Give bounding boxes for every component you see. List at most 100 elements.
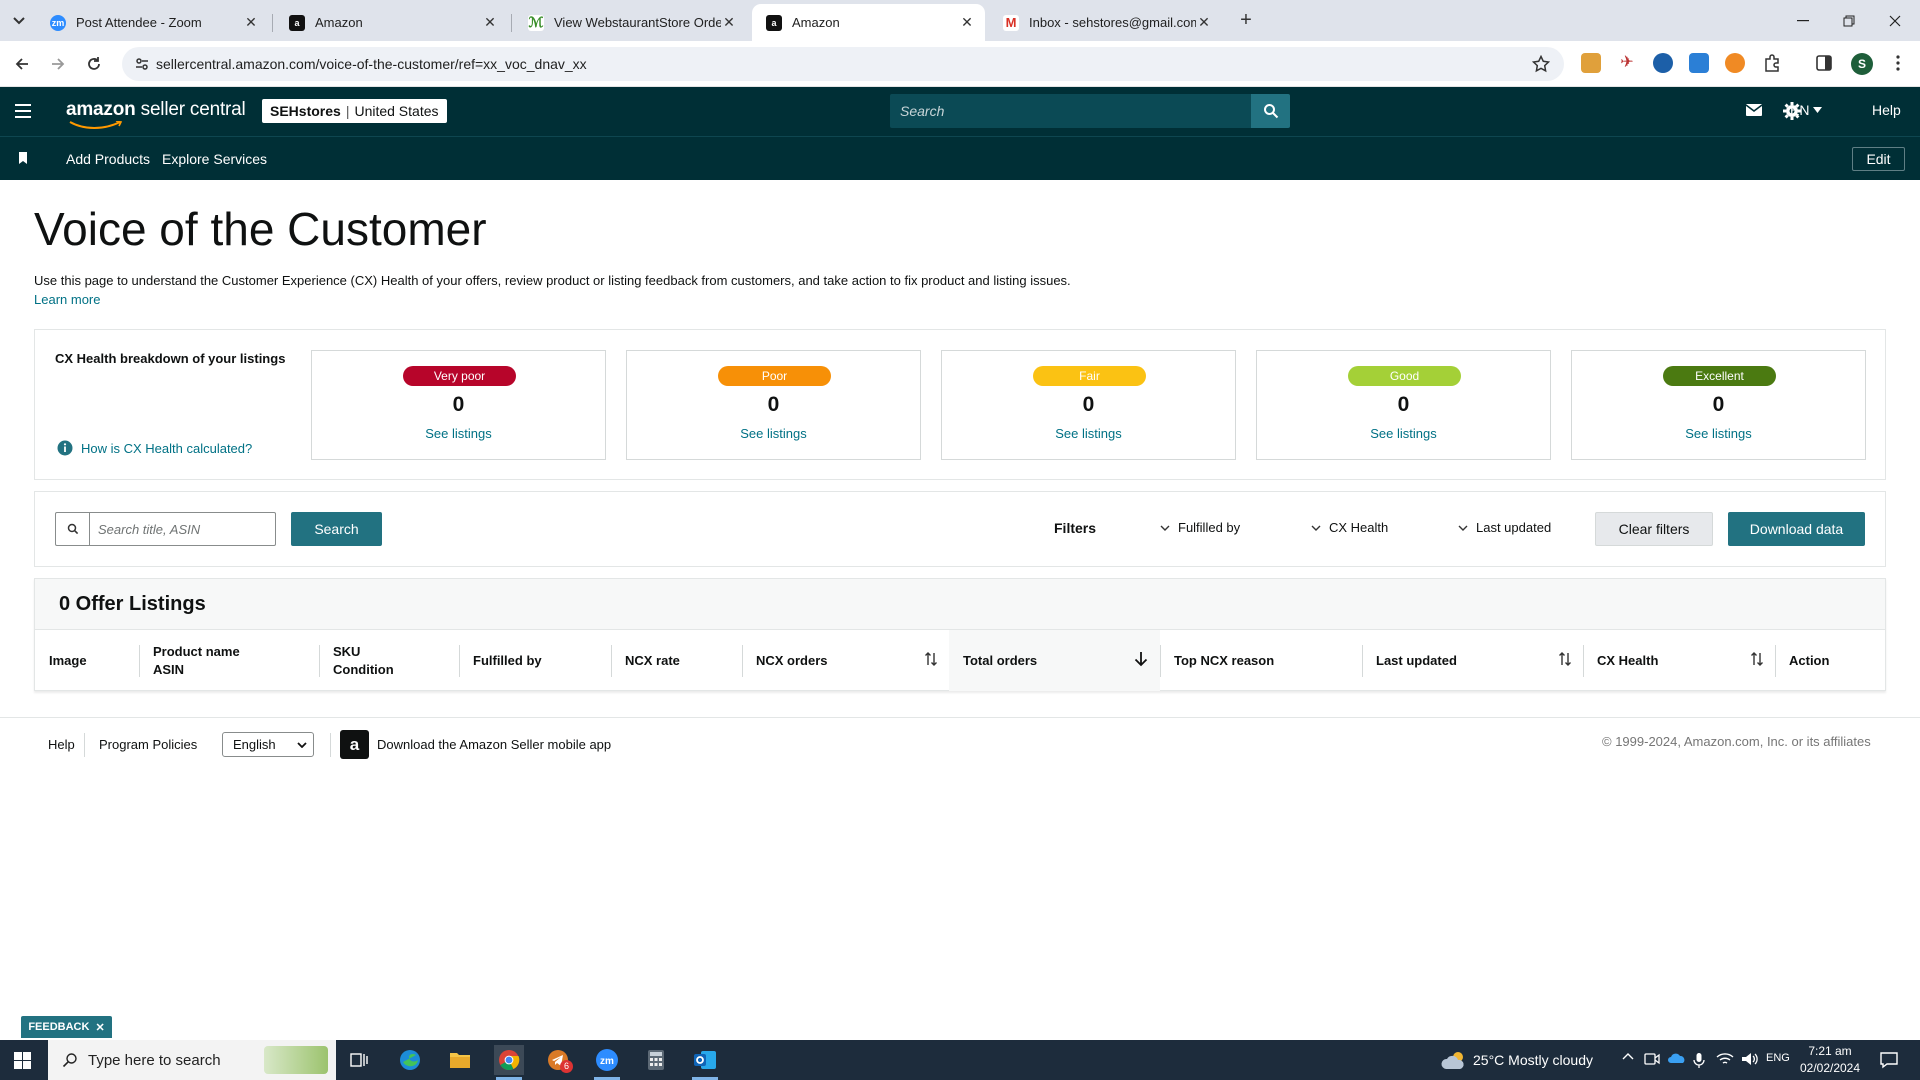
column-total-orders[interactable]: Total orders	[949, 630, 1160, 691]
edge-icon[interactable]	[395, 1045, 425, 1075]
profile-avatar[interactable]: S	[1851, 53, 1873, 75]
header-search-button[interactable]	[1251, 94, 1290, 128]
extension-icon[interactable]	[1581, 53, 1601, 73]
browser-tab-webstaurant[interactable]: ℳ View WebstaurantStore Orders ✕	[514, 4, 747, 41]
calculator-icon[interactable]	[641, 1045, 671, 1075]
column-label: Product name	[153, 643, 240, 659]
header-search-input[interactable]: Search	[890, 94, 1251, 128]
see-listings-link[interactable]: See listings	[312, 426, 605, 441]
extension-orange-icon[interactable]	[1725, 53, 1745, 73]
browser-tab-amazon-active[interactable]: a Amazon ✕	[752, 4, 985, 41]
messages-icon[interactable]	[1745, 102, 1763, 118]
bookmark-icon[interactable]	[18, 152, 28, 164]
download-data-button[interactable]: Download data	[1728, 512, 1865, 546]
filter-fulfilled-by[interactable]: Fulfilled by	[1160, 520, 1240, 535]
meet-now-icon[interactable]	[1644, 1052, 1660, 1066]
nav-link-explore-services[interactable]: Explore Services	[162, 151, 267, 167]
footer-help-link[interactable]: Help	[48, 737, 75, 752]
store-switcher[interactable]: SEHstores | United States	[262, 99, 447, 123]
telegram-icon[interactable]: 6	[543, 1045, 573, 1075]
listing-search-input[interactable]: Search title, ASIN	[90, 513, 275, 545]
close-tab-icon[interactable]: ✕	[1196, 14, 1212, 31]
volume-icon[interactable]	[1741, 1052, 1759, 1066]
new-tab-button[interactable]: +	[1234, 9, 1258, 33]
browser-tab-zoom[interactable]: zm Post Attendee - Zoom ✕	[36, 4, 269, 41]
see-listings-link[interactable]: See listings	[1572, 426, 1865, 441]
forward-icon[interactable]	[46, 52, 70, 76]
microphone-icon[interactable]	[1693, 1052, 1705, 1068]
webstaurant-icon: ℳ	[528, 14, 544, 31]
cx-health-title: CX Health breakdown of your listings	[55, 351, 286, 366]
listings-count-title: 0 Offer Listings	[59, 593, 206, 615]
sort-icon[interactable]	[1751, 651, 1763, 667]
side-panel-icon[interactable]	[1814, 53, 1834, 73]
site-info-icon[interactable]	[134, 56, 150, 72]
restore-icon[interactable]	[1826, 6, 1872, 36]
download-app-link[interactable]: a Download the Amazon Seller mobile app	[340, 730, 611, 759]
taskbar-clock[interactable]: 7:21 am 02/02/2024	[1798, 1043, 1862, 1077]
notifications-icon[interactable]	[1880, 1051, 1898, 1069]
close-tab-icon[interactable]: ✕	[482, 14, 498, 31]
footer-program-policies-link[interactable]: Program Policies	[99, 737, 197, 752]
cx-health-how-link[interactable]: How is CX Health calculated?	[57, 440, 252, 456]
browser-tab-amazon[interactable]: a Amazon ✕	[275, 4, 508, 41]
minimize-icon[interactable]	[1780, 6, 1826, 36]
header-help-link[interactable]: Help	[1872, 102, 1901, 118]
clear-filters-button[interactable]: Clear filters	[1595, 512, 1713, 546]
sort-icon[interactable]	[1559, 651, 1571, 667]
back-icon[interactable]	[10, 52, 34, 76]
close-tab-icon[interactable]: ✕	[959, 14, 975, 31]
extension-globe-icon[interactable]	[1653, 53, 1673, 73]
nav-link-add-products[interactable]: Add Products	[66, 151, 150, 167]
filter-cx-health[interactable]: CX Health	[1311, 520, 1388, 535]
svg-text:zm: zm	[600, 1056, 614, 1067]
weather-text[interactable]: 25°C Mostly cloudy	[1473, 1052, 1593, 1068]
task-view-icon[interactable]	[344, 1045, 374, 1075]
browser-tab-gmail[interactable]: M Inbox - sehstores@gmail.com - ✕	[989, 4, 1222, 41]
bookmark-star-icon[interactable]	[1532, 55, 1550, 73]
listing-search-button[interactable]: Search	[291, 512, 382, 546]
see-listings-link[interactable]: See listings	[627, 426, 920, 441]
file-explorer-icon[interactable]	[445, 1045, 475, 1075]
language-selector[interactable]: EN	[1790, 102, 1823, 118]
sort-descending-icon[interactable]	[1134, 651, 1148, 667]
wifi-icon[interactable]	[1716, 1052, 1734, 1066]
onedrive-icon[interactable]	[1668, 1052, 1686, 1064]
outlook-icon[interactable]	[690, 1045, 720, 1080]
browser-menu-icon[interactable]	[1888, 53, 1908, 73]
cx-card-fair: Fair 0 See listings	[941, 350, 1236, 460]
extension-grid-icon[interactable]	[1689, 53, 1709, 73]
address-bar[interactable]: sellercentral.amazon.com/voice-of-the-cu…	[122, 47, 1564, 81]
taskbar-search[interactable]: Type here to search	[48, 1040, 336, 1080]
close-window-icon[interactable]	[1872, 6, 1918, 36]
tab-search-icon[interactable]	[8, 10, 30, 32]
extension-plane-icon[interactable]: ✈	[1617, 53, 1637, 73]
column-last-updated[interactable]: Last updated	[1362, 630, 1583, 691]
column-ncx-orders[interactable]: NCX orders	[742, 630, 949, 691]
windows-start-icon[interactable]	[14, 1052, 31, 1069]
column-sublabel: Condition	[333, 661, 394, 677]
footer-language-select[interactable]: English	[222, 732, 314, 757]
close-icon[interactable]: ✕	[95, 1021, 104, 1034]
filter-last-updated[interactable]: Last updated	[1458, 520, 1551, 535]
seller-central-header: amazon seller central SEHstores | United…	[0, 87, 1920, 136]
seller-central-logo[interactable]: amazon seller central	[66, 99, 246, 129]
extensions-puzzle-icon[interactable]	[1762, 53, 1782, 73]
listing-search: Search title, ASIN	[55, 512, 276, 546]
chevron-up-icon[interactable]	[1622, 1052, 1634, 1060]
feedback-button[interactable]: FEEDBACK ✕	[21, 1016, 112, 1038]
chrome-icon[interactable]	[494, 1045, 524, 1080]
zoom-app-icon[interactable]: zm	[592, 1045, 622, 1080]
learn-more-link[interactable]: Learn more	[34, 292, 100, 307]
column-cx-health[interactable]: CX Health	[1583, 630, 1775, 691]
close-tab-icon[interactable]: ✕	[721, 14, 737, 31]
sort-icon[interactable]	[925, 651, 937, 667]
hamburger-menu-icon[interactable]	[14, 103, 32, 119]
see-listings-link[interactable]: See listings	[942, 426, 1235, 441]
status-badge: Very poor	[403, 366, 516, 386]
edit-nav-button[interactable]: Edit	[1852, 147, 1905, 171]
see-listings-link[interactable]: See listings	[1257, 426, 1550, 441]
input-language[interactable]: ENG	[1766, 1052, 1790, 1064]
reload-icon[interactable]	[82, 52, 106, 76]
close-tab-icon[interactable]: ✕	[243, 14, 259, 31]
